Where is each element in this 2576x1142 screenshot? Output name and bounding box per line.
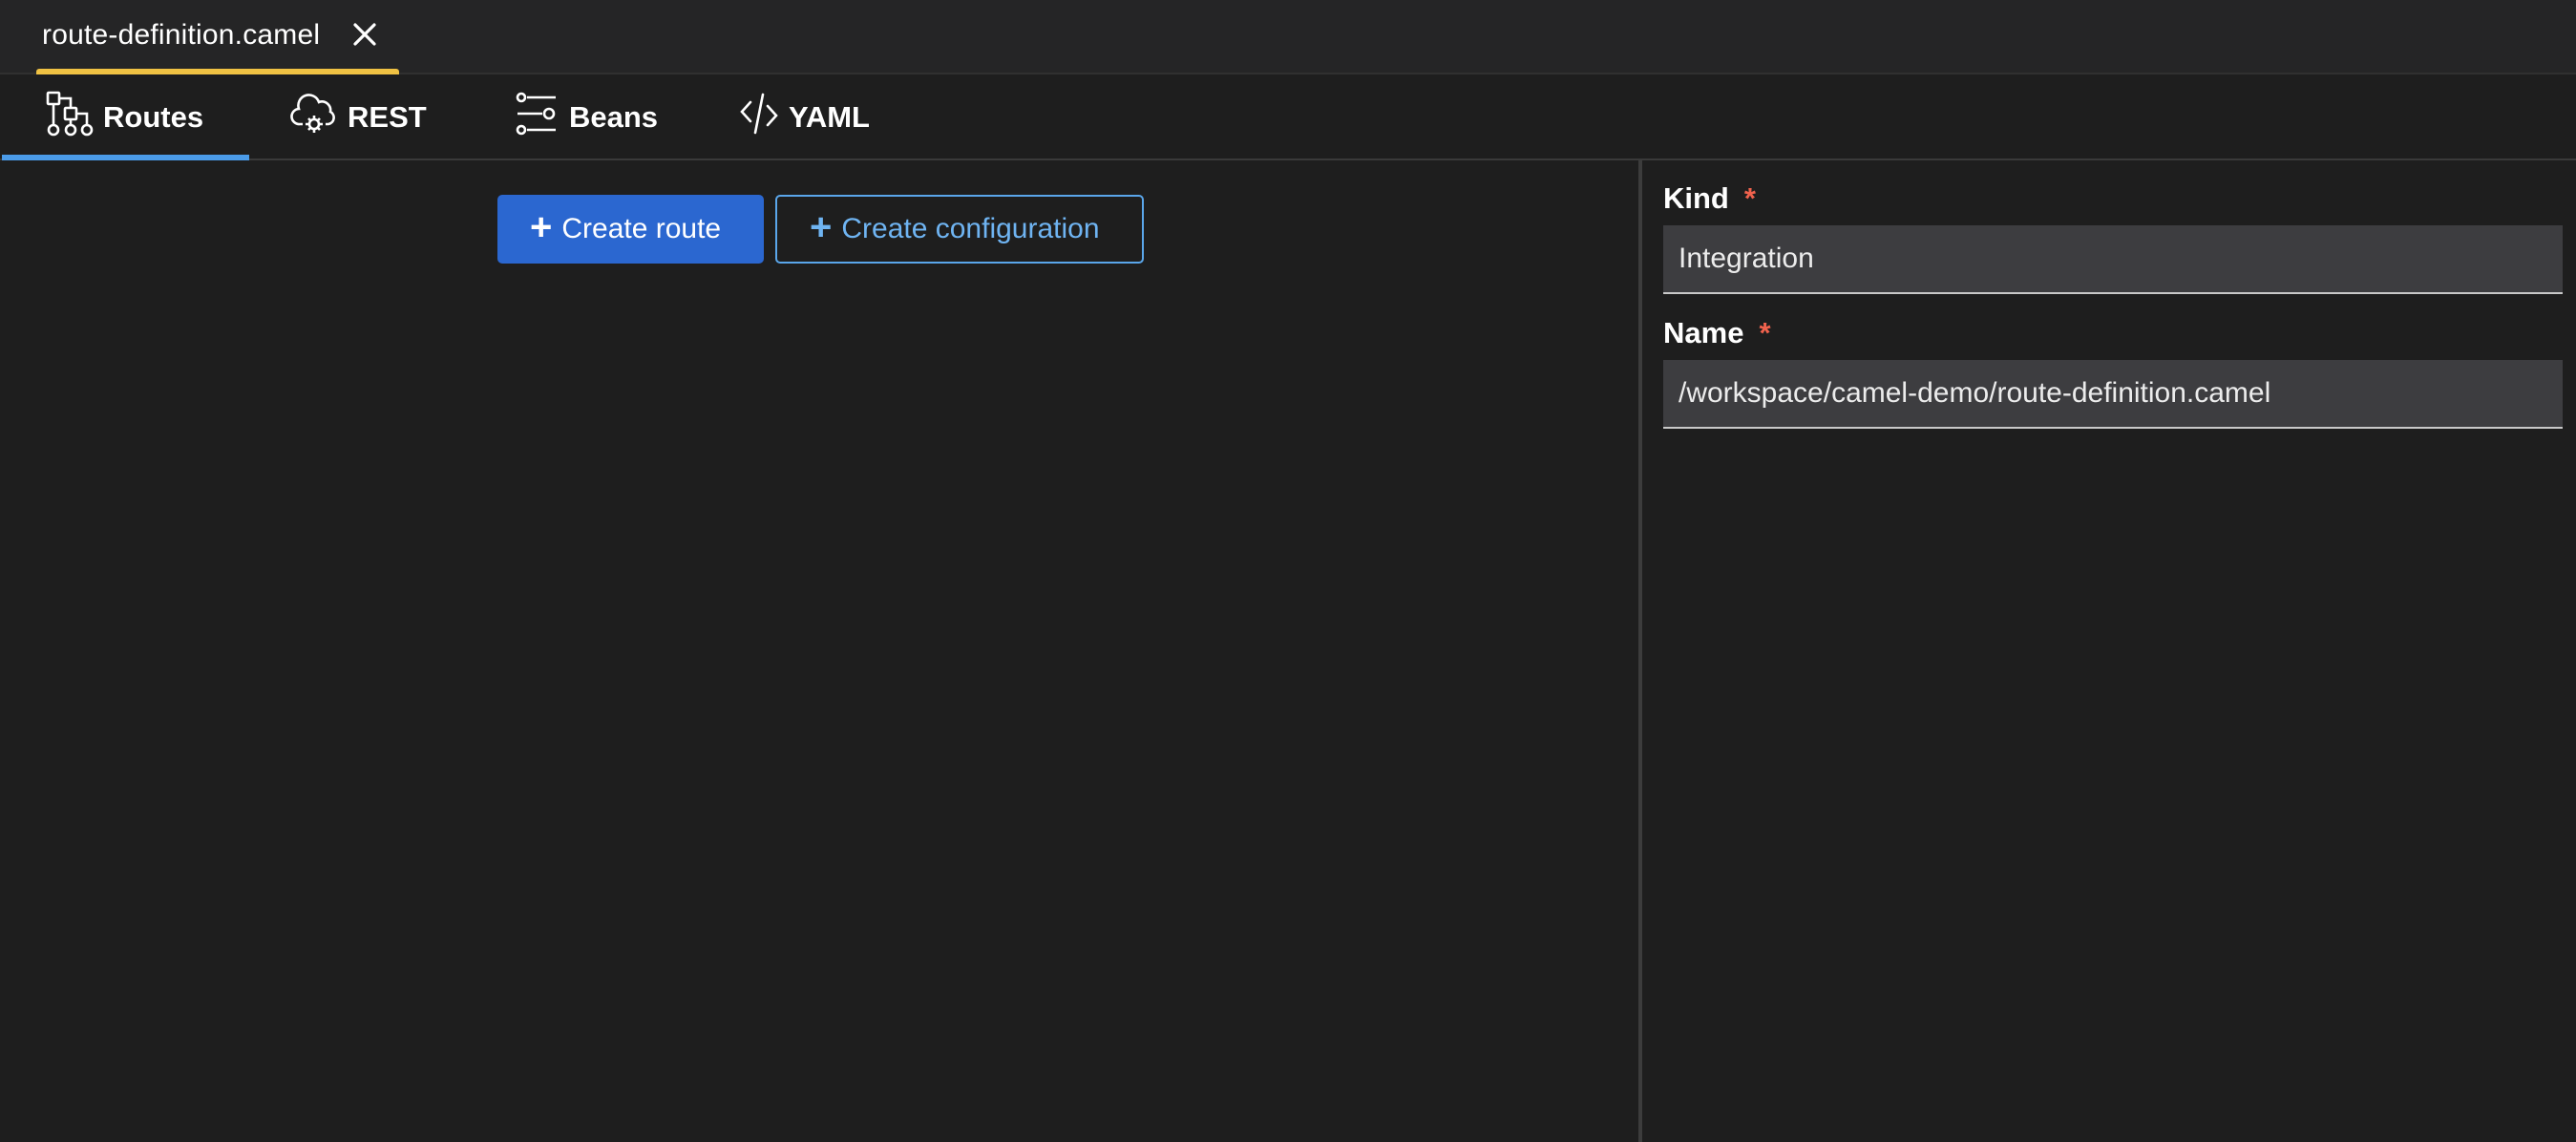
tab-label: REST: [348, 100, 427, 134]
cloud-gear-icon: [290, 91, 348, 144]
file-tab[interactable]: route-definition.camel: [36, 0, 399, 74]
tab-label: YAML: [789, 100, 870, 134]
close-icon[interactable]: [348, 17, 382, 52]
sliders-icon: [514, 91, 569, 144]
create-route-button[interactable]: + Create route: [497, 195, 764, 264]
tab-label: Routes: [103, 100, 204, 134]
create-configuration-button[interactable]: + Create configuration: [775, 195, 1144, 264]
properties-panel: Kind * Name *: [1642, 160, 2576, 1142]
kind-label: Kind *: [1663, 181, 1756, 216]
required-mark: *: [1759, 316, 1771, 349]
name-field[interactable]: [1663, 360, 2563, 429]
tab-routes[interactable]: Routes: [1, 76, 250, 160]
tab-beans[interactable]: Beans: [514, 76, 658, 159]
name-label-text: Name: [1663, 316, 1744, 349]
create-configuration-label: Create configuration: [841, 213, 1100, 244]
name-label: Name *: [1663, 316, 1771, 350]
create-route-label: Create route: [561, 213, 722, 244]
code-icon: [739, 91, 789, 144]
tab-rest[interactable]: REST: [290, 76, 427, 159]
active-file-indicator: [36, 69, 399, 74]
route-canvas[interactable]: + Create route + Create configuration: [0, 160, 1638, 1142]
tab-yaml[interactable]: YAML: [739, 76, 870, 159]
file-tab-label: route-definition.camel: [42, 19, 321, 51]
required-mark: *: [1743, 181, 1756, 215]
tab-label: Beans: [569, 100, 659, 134]
routes-flow-icon: [46, 91, 103, 144]
editor-tab-strip: route-definition.camel: [0, 0, 2576, 74]
plus-icon: +: [530, 206, 553, 248]
view-tabs: Routes REST Beans YAML: [0, 76, 2576, 160]
kind-label-text: Kind: [1663, 181, 1729, 215]
kind-field[interactable]: [1663, 225, 2563, 294]
plus-icon: +: [810, 206, 833, 248]
